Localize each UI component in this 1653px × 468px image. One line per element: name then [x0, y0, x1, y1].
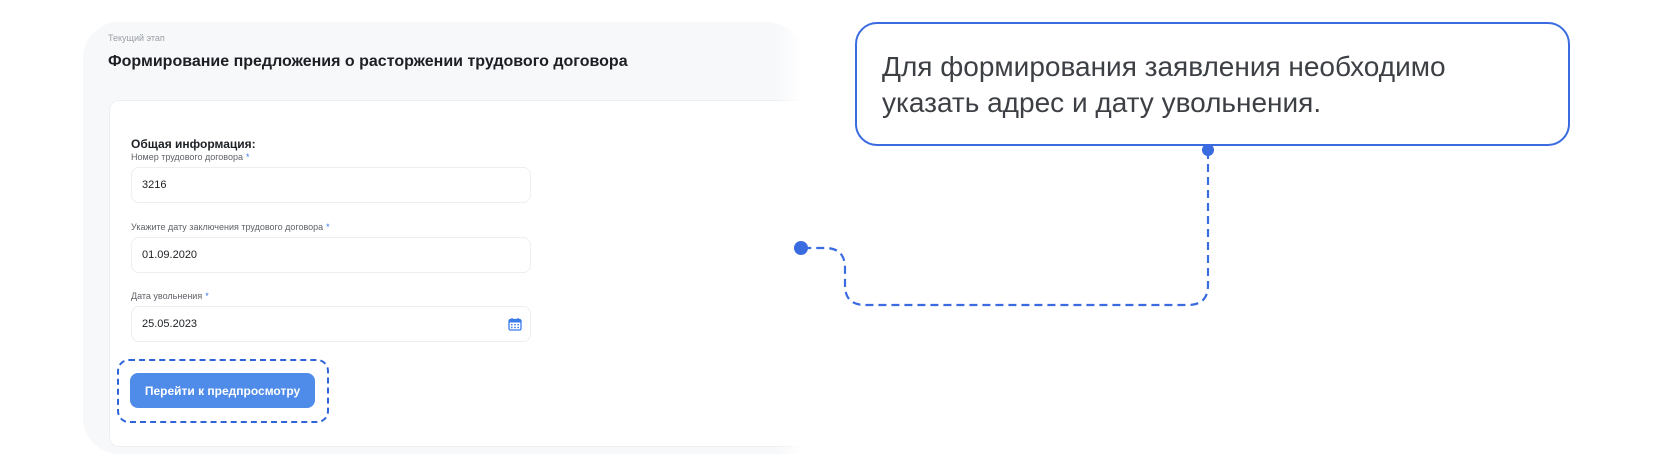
- section-title: Общая информация:: [131, 137, 256, 151]
- dismissal-date-label: Дата увольнения *: [131, 291, 209, 301]
- required-mark: *: [326, 222, 330, 232]
- connector-line: [806, 151, 1210, 307]
- contract-date-field[interactable]: 01.09.2020: [131, 237, 531, 273]
- dismissal-date-label-text: Дата увольнения: [131, 291, 203, 301]
- hint-callout: Для формирования заявления необходимо ук…: [855, 22, 1570, 146]
- contract-number-value: 3216: [142, 179, 167, 191]
- contract-number-label-text: Номер трудового договора: [131, 152, 244, 162]
- contract-date-label-text: Укажите дату заключения трудового догово…: [131, 222, 324, 232]
- contract-date-label: Укажите дату заключения трудового догово…: [131, 222, 330, 232]
- hint-text: Для формирования заявления необходимо ук…: [882, 51, 1446, 118]
- dismissal-date-field[interactable]: 25.05.2023: [131, 306, 531, 342]
- stage-caption: Текущий этап: [108, 33, 165, 43]
- page-title: Формирование предложения о расторжении т…: [108, 53, 628, 70]
- preview-button[interactable]: Перейти к предпросмотру: [130, 373, 315, 408]
- screen: Текущий этап Формирование предложения о …: [0, 0, 1653, 468]
- calendar-icon[interactable]: [508, 317, 522, 331]
- required-mark: *: [205, 291, 209, 301]
- contract-number-label: Номер трудового договора *: [131, 152, 250, 162]
- contract-date-value: 01.09.2020: [142, 249, 198, 261]
- required-mark: *: [246, 152, 250, 162]
- contract-number-field[interactable]: 3216: [131, 167, 531, 203]
- dismissal-date-value: 25.05.2023: [142, 318, 198, 330]
- form-panel: Общая информация: Номер трудового догово…: [109, 100, 803, 447]
- current-stage-card: Текущий этап Формирование предложения о …: [83, 22, 803, 454]
